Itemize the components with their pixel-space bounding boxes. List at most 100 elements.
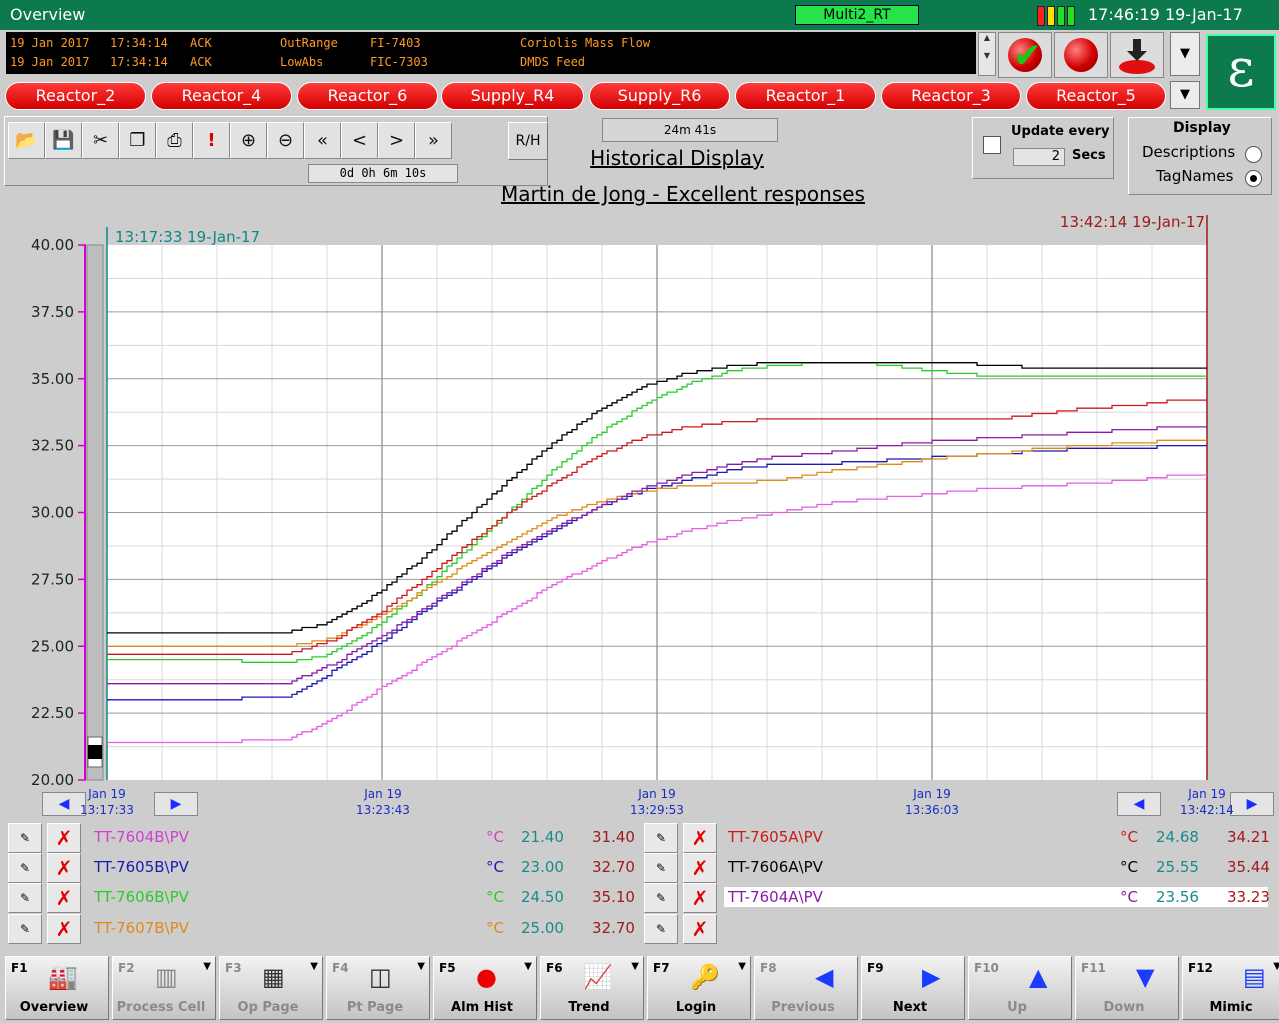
y-tick-label: 40.00 xyxy=(31,236,74,254)
area-tab-reactor-4[interactable]: Reactor_4 xyxy=(151,82,292,110)
alarm-flag-button[interactable]: ! xyxy=(193,122,230,159)
fkey-login[interactable]: F7 ▼ 🔑 Login xyxy=(647,956,751,1020)
fkey-number: F8 xyxy=(760,961,777,975)
acknowledge-alarm-button[interactable]: ✔ xyxy=(998,32,1052,78)
update-panel: Update every 2 Secs xyxy=(972,117,1114,179)
back-button[interactable]: < xyxy=(341,122,378,159)
area-tab-reactor-6[interactable]: Reactor_6 xyxy=(297,82,438,110)
alarm-date: 19 Jan 2017 xyxy=(10,36,90,50)
fkey-op-page[interactable]: F3 ▼ ▦ Op Page xyxy=(219,956,323,1020)
fkey-number: F11 xyxy=(1081,961,1106,975)
y-tick-label: 22.50 xyxy=(31,704,74,722)
zoom-out-button[interactable]: ⊖ xyxy=(267,122,304,159)
op-page-icon: ▦ xyxy=(262,963,285,991)
area-tab-reactor-2[interactable]: Reactor_2 xyxy=(5,82,146,110)
server-indicator[interactable]: Multi2_RT xyxy=(795,5,919,25)
update-interval-input[interactable]: 2 xyxy=(1013,148,1065,166)
fkey-previous[interactable]: F8 ◀ Previous xyxy=(754,956,858,1020)
open-button[interactable]: 📂 xyxy=(8,122,45,159)
delete-button[interactable]: ✂ xyxy=(82,122,119,159)
display-options-panel: Display Descriptions TagNames xyxy=(1128,117,1272,195)
remove-pen-button[interactable]: ✗ xyxy=(47,853,81,883)
fkey-pt-page[interactable]: F4 ▼ ◫ Pt Page xyxy=(326,956,430,1020)
real-historical-toggle[interactable]: R/H xyxy=(508,122,548,160)
area-tab-supply-r4[interactable]: Supply_R4 xyxy=(441,82,584,110)
area-tab-supply-r6[interactable]: Supply_R6 xyxy=(589,82,730,110)
edit-pen-button[interactable]: ✎ xyxy=(8,883,42,913)
edit-pen-button[interactable]: ✎ xyxy=(644,823,678,853)
fast-back-button[interactable]: « xyxy=(304,122,341,159)
process-cell-icon: ▥ xyxy=(155,963,178,991)
time-span-field[interactable]: 0d 0h 6m 10s xyxy=(308,164,458,183)
x-tick-time: 13:23:43 xyxy=(356,803,410,817)
y-tick-label: 30.00 xyxy=(31,504,74,522)
pen-tag: TT-7606B\PV xyxy=(94,888,189,906)
x-tick-time: 13:17:33 xyxy=(80,803,134,817)
tagnames-radio[interactable] xyxy=(1245,170,1262,187)
chevron-down-icon: ▼ xyxy=(738,961,746,972)
copy-button[interactable]: ❐ xyxy=(119,122,156,159)
chevron-down-icon: ▼ xyxy=(417,961,425,972)
fkey-next[interactable]: F9 ▶ Next xyxy=(861,956,965,1020)
fkey-down[interactable]: F11 ▼ Down xyxy=(1075,956,1179,1020)
system-status-icon xyxy=(1037,6,1075,26)
fkey-number: F5 xyxy=(439,961,456,975)
remove-pen-button[interactable]: ✗ xyxy=(47,883,81,913)
factory-icon: 🏭 xyxy=(48,963,78,991)
area-dropdown-button[interactable]: ▼ xyxy=(1170,81,1200,109)
alarm-dropdown-button[interactable]: ▼ xyxy=(1170,32,1200,76)
fkey-alm-hist[interactable]: F5 ▼ ● Alm Hist xyxy=(433,956,537,1020)
edit-pen-button[interactable]: ✎ xyxy=(8,823,42,853)
edit-pen-button[interactable]: ✎ xyxy=(8,914,42,944)
arrow-down-icon: ▼ xyxy=(1136,963,1155,991)
fkey-mimic[interactable]: F12 ▼ ▤ Mimic xyxy=(1182,956,1279,1020)
cross-icon: ✗ xyxy=(691,856,709,880)
silence-alarm-button[interactable] xyxy=(1110,32,1164,78)
update-checkbox[interactable] xyxy=(983,136,1001,154)
area-tab-reactor-1[interactable]: Reactor_1 xyxy=(735,82,876,110)
fkey-up[interactable]: F10 ▲ Up xyxy=(968,956,1072,1020)
remove-pen-button[interactable]: ✗ xyxy=(683,883,717,913)
edit-pen-button[interactable]: ✎ xyxy=(644,853,678,883)
remove-pen-button[interactable]: ✗ xyxy=(47,823,81,853)
exclamation-icon: ! xyxy=(207,130,216,151)
area-tab-reactor-3[interactable]: Reactor_3 xyxy=(881,82,1021,110)
fast-forward-button[interactable]: » xyxy=(415,122,452,159)
duration-field[interactable]: 24m 41s xyxy=(602,118,778,142)
fkey-label: Up xyxy=(1007,1000,1027,1015)
remove-pen-button[interactable]: ✗ xyxy=(47,914,81,944)
chevron-down-icon: ▼ xyxy=(310,961,318,972)
zoom-in-button[interactable]: ⊕ xyxy=(230,122,267,159)
window-title: Overview xyxy=(10,5,86,24)
scroll-left-end-button[interactable]: ◀ xyxy=(1117,792,1161,816)
area-tab-reactor-5[interactable]: Reactor_5 xyxy=(1026,82,1166,110)
remove-pen-button[interactable]: ✗ xyxy=(683,914,717,944)
print-button[interactable]: ⎙ xyxy=(156,122,193,159)
fkey-trend[interactable]: F6 ▼ 📈 Trend xyxy=(540,956,644,1020)
fkey-overview[interactable]: F1 🏭 Overview xyxy=(5,956,109,1020)
edit-pen-button[interactable]: ✎ xyxy=(644,914,678,944)
remove-pen-button[interactable]: ✗ xyxy=(683,853,717,883)
alarm-banner[interactable]: 19 Jan 2017 17:34:14 ACK OutRange FI-740… xyxy=(6,32,976,74)
x-tick-date: Jan 19 xyxy=(364,787,402,801)
y-scale-scrollbar[interactable] xyxy=(86,244,104,781)
trend-chart[interactable]: 40.00 37.50 35.00 32.50 30.00 27.50 25.00 22.50… xyxy=(0,210,1279,790)
edit-pen-button[interactable]: ✎ xyxy=(8,853,42,883)
edit-pen-button[interactable]: ✎ xyxy=(644,883,678,913)
pen-icon: ✎ xyxy=(655,922,667,936)
alarm-state: ACK xyxy=(190,55,212,69)
pt-page-icon: ◫ xyxy=(369,963,392,991)
fkey-process-cell[interactable]: F2 ▼ ▥ Process Cell xyxy=(112,956,216,1020)
arrow-right-icon: ▶ xyxy=(1246,796,1258,812)
forward-button[interactable]: > xyxy=(378,122,415,159)
fkey-number: F2 xyxy=(118,961,135,975)
scroll-right-start-button[interactable]: ▶ xyxy=(154,792,198,816)
y-tick-label: 25.00 xyxy=(31,637,74,655)
descriptions-radio[interactable] xyxy=(1245,146,1262,163)
fkey-number: F4 xyxy=(332,961,349,975)
alarm-scrollbar[interactable]: ▲ ▼ xyxy=(978,32,996,76)
save-button[interactable]: 💾 xyxy=(45,122,82,159)
mimic-icon: ▤ xyxy=(1243,963,1266,991)
alarm-bell-button[interactable] xyxy=(1054,32,1108,78)
remove-pen-button[interactable]: ✗ xyxy=(683,823,717,853)
